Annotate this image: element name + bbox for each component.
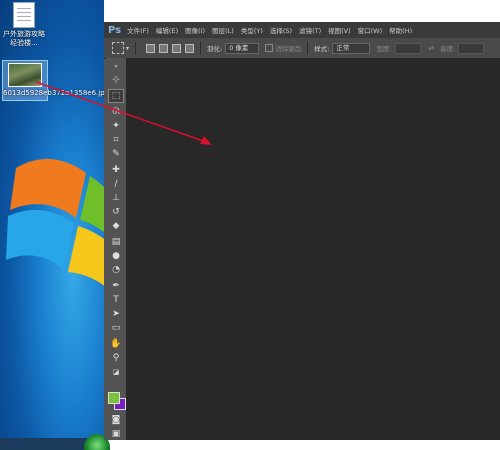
path-selection-tool-icon[interactable]: ➤ — [109, 308, 123, 320]
new-selection-icon[interactable] — [146, 43, 156, 53]
desktop-icon-label: 6013d5928eb372a1358e6.jpg — [3, 89, 104, 97]
antialias-label: 消除锯齿 — [275, 45, 302, 53]
desktop: 户外旅游攻略经验楼... 6013d5928eb372a1358e6.jpg — [0, 0, 104, 450]
subtract-selection-icon[interactable] — [172, 43, 182, 53]
clone-stamp-tool-icon[interactable]: ⊥ — [109, 192, 123, 204]
divider — [135, 42, 137, 54]
menu-bar: Ps 文件(F) 编辑(E) 图像(I) 图层(L) 类型(Y) 选择(S) 滤… — [104, 22, 500, 38]
menu-help[interactable]: 帮助(H) — [389, 25, 412, 35]
default-colors-icon[interactable]: ◪ — [109, 366, 123, 378]
desktop-icon-label: 户外旅游攻略经验楼... — [3, 30, 45, 47]
width-label: 宽度: — [376, 45, 392, 53]
menu-filter[interactable]: 滤镜(T) — [299, 25, 321, 35]
feather-input[interactable]: 0 像素 — [225, 42, 260, 54]
dodge-tool-icon[interactable]: ◔ — [109, 264, 123, 276]
panel-collapse-icon[interactable]: » — [109, 64, 123, 70]
menu-select[interactable]: 选择(S) — [270, 25, 292, 35]
antialias-checkbox[interactable] — [265, 44, 274, 52]
eyedropper-tool-icon[interactable]: ✎ — [109, 148, 123, 160]
desktop-icon-image-file[interactable]: 6013d5928eb372a1358e6.jpg — [2, 60, 104, 101]
zoom-tool-icon[interactable]: ⚲ — [109, 352, 123, 364]
menu-view[interactable]: 视图(V) — [328, 25, 351, 35]
menu-edit[interactable]: 编辑(E) — [156, 25, 178, 35]
divider — [200, 42, 202, 54]
move-tool-icon[interactable]: ⊹ — [109, 74, 123, 86]
menu-type[interactable]: 类型(Y) — [241, 25, 263, 35]
menu-layer[interactable]: 图层(L) — [212, 25, 234, 35]
divider — [307, 42, 309, 54]
blur-tool-icon[interactable]: ● — [109, 250, 123, 262]
document-icon — [13, 2, 35, 28]
height-label: 高度: — [440, 45, 456, 53]
options-bar: ▾ 羽化: 0 像素 消除锯齿 样式: 正常 宽度: ⇄ 高度: — [104, 38, 500, 59]
tools-panel: » ⊹ ⬚ ᘏ ✦ ⌗ ✎ ✚ ∕ ⊥ ↺ ◆ ▤ ● ◔ ✒ T ➤ ▭ ✋ … — [106, 58, 127, 440]
foreground-color-swatch[interactable] — [108, 392, 120, 404]
hand-tool-icon[interactable]: ✋ — [109, 338, 123, 350]
photoshop-window: Ps 文件(F) 编辑(E) 图像(I) 图层(L) 类型(Y) 选择(S) 滤… — [104, 22, 500, 440]
quick-mask-icon[interactable]: ◙ — [109, 414, 123, 426]
brush-tool-icon[interactable]: ∕ — [109, 178, 123, 190]
menu-file[interactable]: 文件(F) — [127, 25, 149, 35]
intersect-selection-icon[interactable] — [185, 43, 195, 53]
eraser-tool-icon[interactable]: ◆ — [109, 220, 123, 232]
menu-window[interactable]: 窗口(W) — [358, 25, 383, 35]
marquee-preset-icon[interactable] — [112, 42, 124, 54]
style-select[interactable]: 正常 — [332, 42, 371, 54]
windows-logo-wallpaper — [6, 158, 104, 286]
crop-tool-icon[interactable]: ⌗ — [109, 134, 123, 146]
style-label: 样式: — [314, 45, 330, 53]
feather-label: 羽化: — [207, 45, 223, 53]
rectangular-marquee-tool-icon[interactable]: ⬚ — [108, 89, 124, 103]
rectangle-tool-icon[interactable]: ▭ — [109, 322, 123, 334]
menu-image[interactable]: 图像(I) — [185, 25, 205, 35]
chevron-down-icon[interactable]: ▾ — [126, 45, 129, 52]
type-tool-icon[interactable]: T — [109, 294, 123, 306]
desktop-icon-document[interactable]: 户外旅游攻略经验楼... — [2, 2, 46, 48]
history-brush-tool-icon[interactable]: ↺ — [109, 206, 123, 218]
spot-healing-tool-icon[interactable]: ✚ — [109, 164, 123, 176]
lasso-tool-icon[interactable]: ᘏ — [109, 106, 123, 118]
pen-tool-icon[interactable]: ✒ — [109, 280, 123, 292]
swap-icon[interactable]: ⇄ — [429, 44, 434, 52]
gradient-tool-icon[interactable]: ▤ — [109, 236, 123, 248]
image-thumbnail-icon — [8, 63, 42, 87]
add-to-selection-icon[interactable] — [159, 43, 169, 53]
width-input[interactable] — [394, 42, 421, 54]
quick-selection-tool-icon[interactable]: ✦ — [109, 120, 123, 132]
workspace-canvas[interactable] — [126, 58, 500, 440]
screen-mode-icon[interactable]: ▣ — [109, 428, 123, 440]
height-input[interactable] — [458, 42, 485, 54]
photoshop-logo: Ps — [108, 24, 122, 36]
